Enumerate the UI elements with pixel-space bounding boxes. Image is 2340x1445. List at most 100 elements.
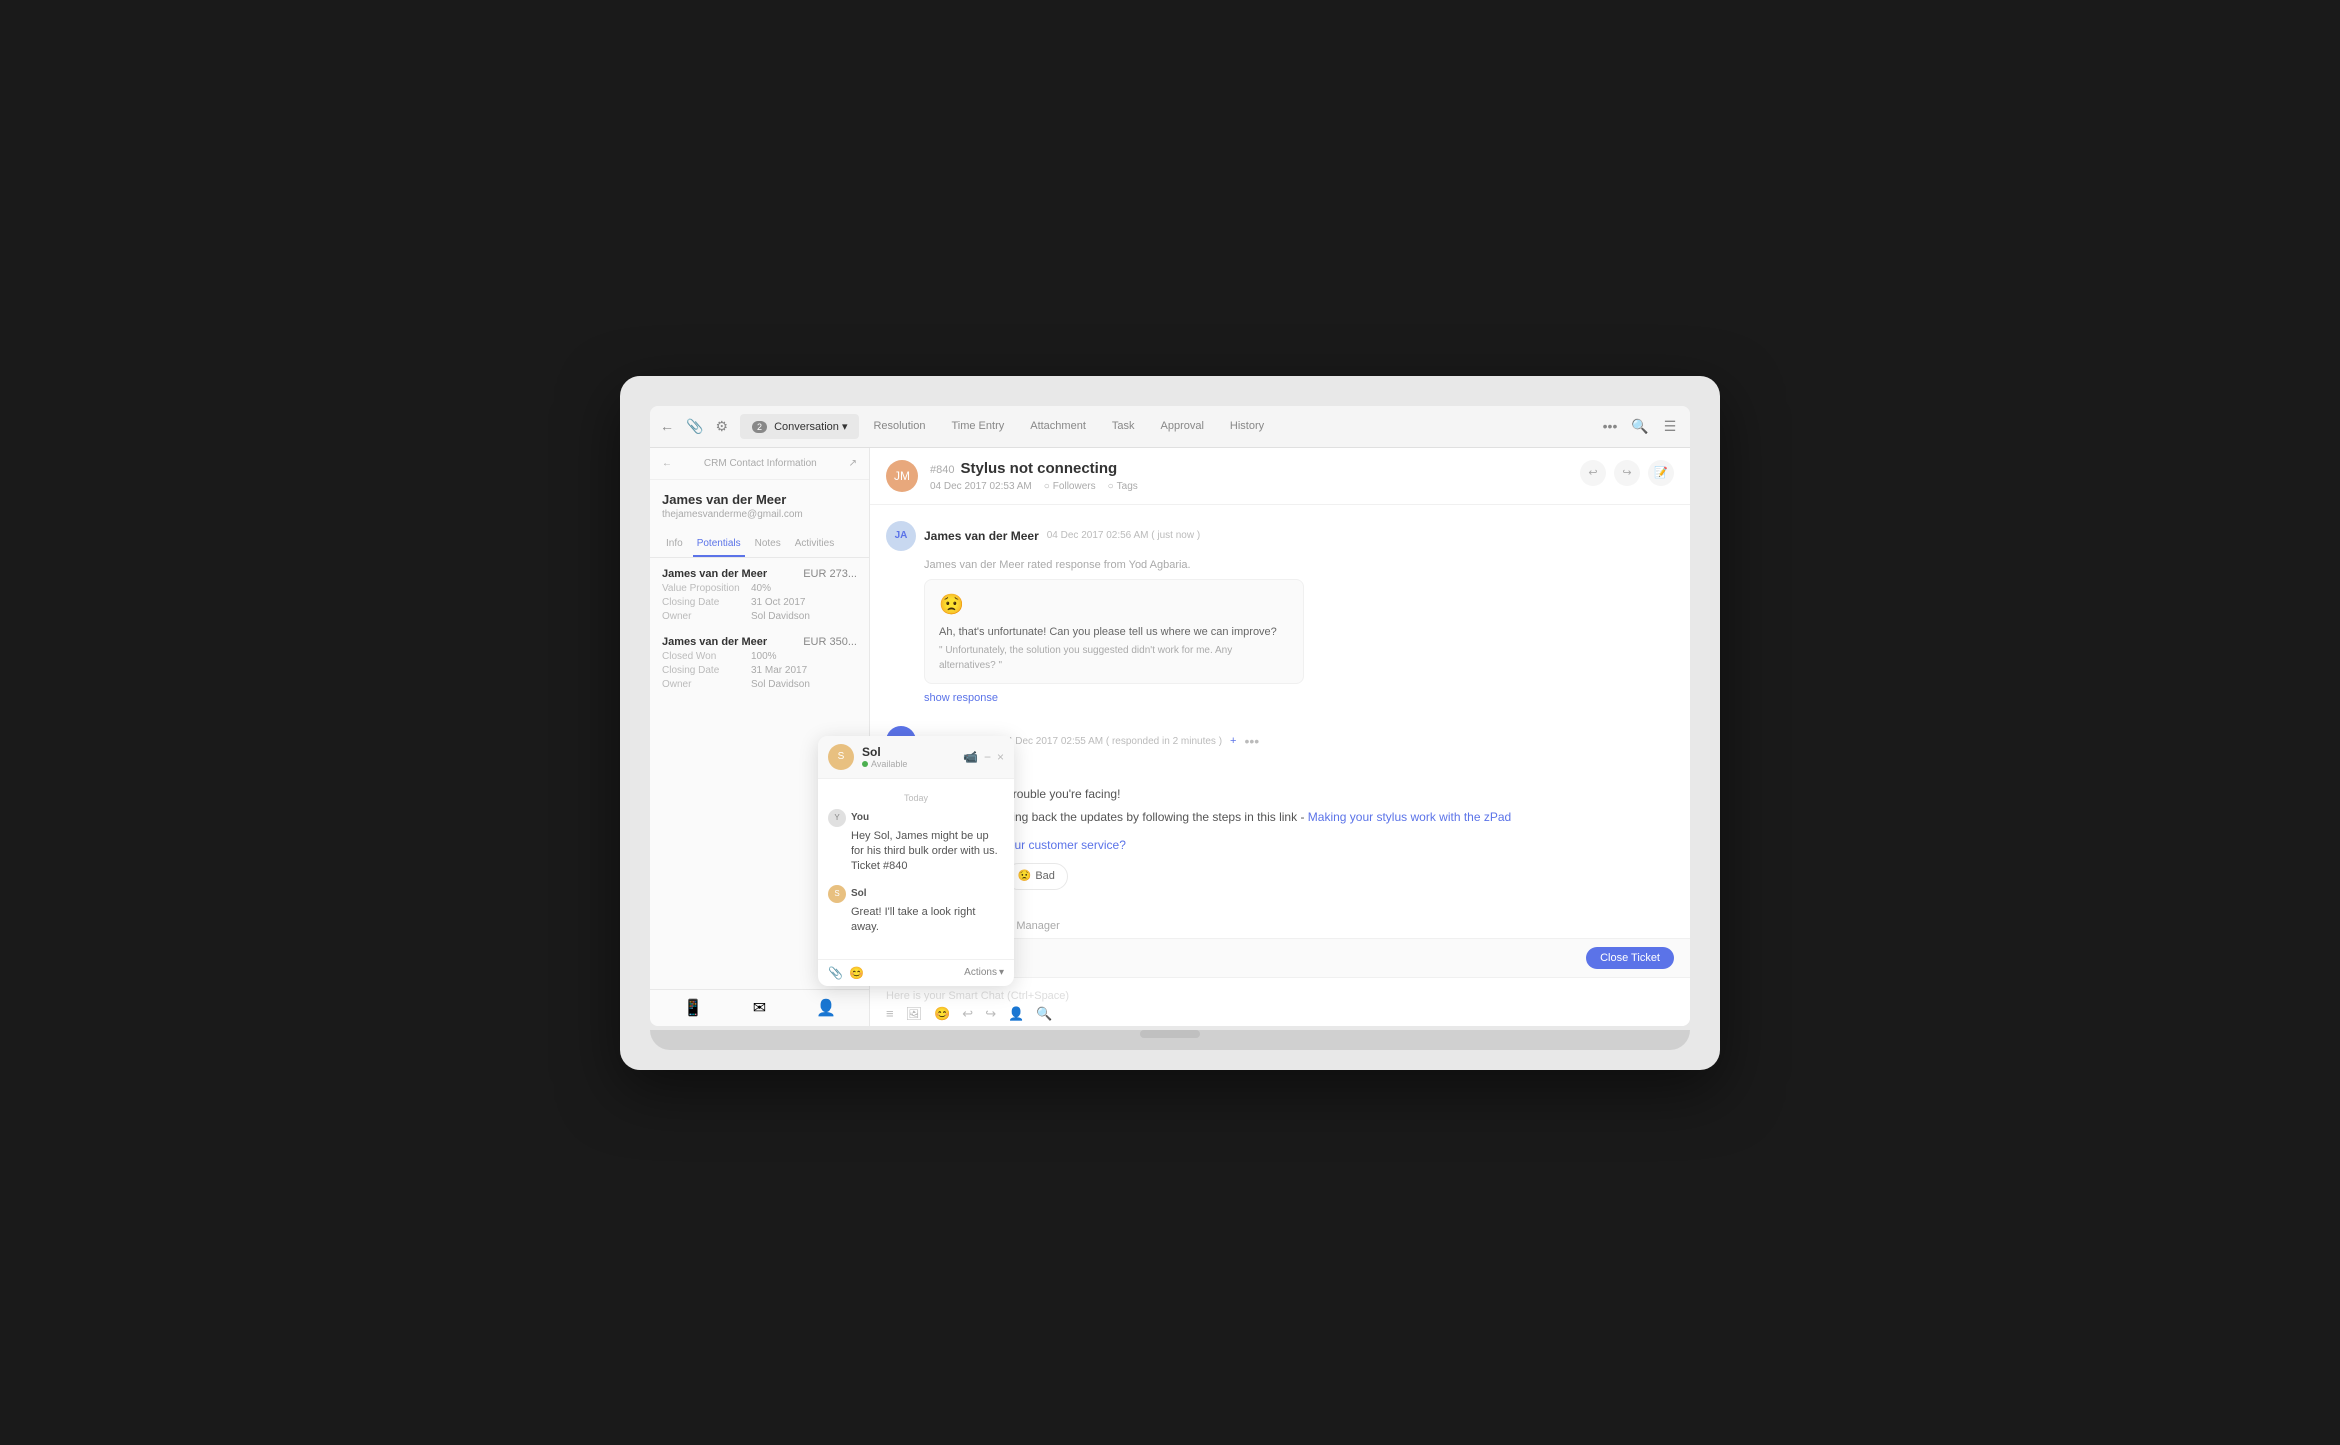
chat-actions-label: Actions bbox=[964, 967, 997, 978]
tab-history[interactable]: History bbox=[1218, 414, 1276, 438]
message-body-2: Hi James, Sorry about the trouble you're… bbox=[924, 762, 1674, 938]
rating-bubble: 😟 Ah, that's unfortunate! Can you please… bbox=[924, 579, 1304, 684]
sidebar-header: ← CRM Contact Information ↗ bbox=[650, 448, 869, 480]
chat-msg-header-1: Y You bbox=[828, 809, 1004, 827]
message-avatar-1: JA bbox=[886, 521, 916, 551]
chat-close-icon[interactable]: × bbox=[997, 750, 1004, 764]
show-response-link[interactable]: show response bbox=[924, 690, 1674, 707]
potential-name-2: James van der Meer bbox=[662, 636, 767, 648]
back-icon[interactable]: ← bbox=[660, 416, 674, 436]
rating-icon: 😟 bbox=[939, 590, 1289, 620]
search-icon[interactable]: 🔍 bbox=[1630, 416, 1650, 436]
chat-minimize-icon[interactable]: − bbox=[984, 750, 991, 764]
message-body-1: James van der Meer rated response from Y… bbox=[924, 557, 1674, 707]
tab-attachment[interactable]: Attachment bbox=[1018, 414, 1098, 438]
contact-tab-info[interactable]: Info bbox=[662, 534, 687, 557]
search-icon-reply[interactable]: 🔍 bbox=[1036, 1006, 1052, 1022]
message-more-icon[interactable]: ••• bbox=[1244, 733, 1259, 749]
signature-name: Yod Agbaria bbox=[924, 900, 1674, 918]
chat-footer-left: 📎 😊 bbox=[828, 966, 864, 980]
contact-email: thejamesvanderme@gmail.com bbox=[662, 509, 857, 520]
chat-msg-sender-sol: Sol bbox=[851, 888, 867, 899]
sidebar-bottom: 📱 ✉ 👤 bbox=[650, 989, 869, 1026]
rate-buttons: 😊 Good 😟 Bad bbox=[924, 863, 1674, 891]
reply-placeholder[interactable]: Here is your Smart Chat (Ctrl+Space) bbox=[886, 986, 1674, 1006]
forward-icon[interactable]: ↪ bbox=[1614, 460, 1640, 486]
chat-popup: S Sol Available 📹 − × bbox=[818, 736, 1014, 986]
main-layout: ← CRM Contact Information ↗ James van de… bbox=[650, 448, 1690, 1026]
contact-tab-notes[interactable]: Notes bbox=[751, 534, 785, 557]
person-icon[interactable]: 👤 bbox=[1008, 1006, 1024, 1022]
rate-question: Would you rate our customer service? bbox=[924, 836, 1674, 855]
undo-icon[interactable]: ↩ bbox=[962, 1006, 973, 1022]
message-rated-text: James van der Meer rated response from Y… bbox=[924, 557, 1674, 574]
chat-message-1: Y You Hey Sol, James might be up for his… bbox=[828, 809, 1004, 875]
potential-amount-1: EUR 273... bbox=[803, 568, 857, 580]
sidebar-user-icon[interactable]: 👤 bbox=[816, 998, 836, 1018]
add-participant-icon[interactable]: + bbox=[1230, 735, 1236, 747]
emoji-icon[interactable]: 😊 bbox=[934, 1006, 950, 1022]
chat-attachment-icon[interactable]: 📎 bbox=[828, 966, 843, 980]
format-icon[interactable]: ≡ bbox=[886, 1006, 894, 1021]
chat-msg-sender-you: You bbox=[851, 812, 869, 823]
chat-popup-header: S Sol Available 📹 − × bbox=[818, 736, 1014, 779]
tab-time-entry[interactable]: Time Entry bbox=[939, 414, 1016, 438]
sidebar-external-icon[interactable]: ↗ bbox=[849, 458, 857, 469]
image-icon[interactable]: 🖼 bbox=[906, 1006, 923, 1022]
message-time-2: 04 Dec 2017 02:55 AM ( responded in 2 mi… bbox=[1001, 736, 1222, 747]
potential-item-2: James van der Meer EUR 350... Closed Won… bbox=[662, 636, 857, 690]
potential-amount-2: EUR 350... bbox=[803, 636, 857, 648]
status-dot bbox=[862, 761, 868, 767]
ticket-date: 04 Dec 2017 02:53 AM bbox=[930, 481, 1032, 492]
chat-msg-text-sol: Great! I'll take a look right away. bbox=[851, 905, 1004, 936]
close-ticket-button[interactable]: Close Ticket bbox=[1586, 947, 1674, 969]
laptop-base bbox=[650, 1030, 1690, 1050]
reply-tools: ≡ 🖼 😊 ↩ ↪ 👤 🔍 bbox=[886, 1006, 1674, 1022]
ticket-tags: ○ Tags bbox=[1108, 481, 1138, 492]
potential-detail-cd1: Closing Date 31 Oct 2017 bbox=[662, 597, 857, 608]
tab-task[interactable]: Task bbox=[1100, 414, 1147, 438]
rating-main-text: Ah, that's unfortunate! Can you please t… bbox=[939, 624, 1289, 641]
potential-detail-owner1: Owner Sol Davidson bbox=[662, 611, 857, 622]
toolbar-tabs: 2 Conversation ▾ Resolution Time Entry A… bbox=[740, 414, 1600, 439]
redo-icon[interactable]: ↪ bbox=[985, 1006, 996, 1022]
chat-mini-avatar-sol: S bbox=[828, 885, 846, 903]
attachment-icon[interactable]: 📎 bbox=[686, 416, 703, 436]
rating-sub-text: " Unfortunately, the solution you sugges… bbox=[939, 643, 1289, 673]
chat-popup-avatar: S bbox=[828, 744, 854, 770]
toolbar: ← 📎 ⚙ 🕐 2 Conversation ▾ Resolution Time… bbox=[650, 406, 1690, 448]
ticket-avatar: JM bbox=[886, 460, 918, 492]
chat-popup-body: Today Y You Hey Sol, James might be up f… bbox=[818, 779, 1014, 959]
reply-tool-icons: ≡ 🖼 😊 ↩ ↪ 👤 🔍 bbox=[886, 1006, 1052, 1022]
chat-actions-button[interactable]: Actions ▾ bbox=[964, 967, 1004, 978]
note-icon[interactable]: 📝 bbox=[1648, 460, 1674, 486]
ticket-meta: 04 Dec 2017 02:53 AM ○ Followers ○ Tags bbox=[930, 481, 1568, 492]
tab-conversation[interactable]: 2 Conversation ▾ bbox=[740, 414, 859, 439]
contact-tab-potentials[interactable]: Potentials bbox=[693, 534, 745, 557]
potential-name-1: James van der Meer bbox=[662, 568, 767, 580]
tab-resolution[interactable]: Resolution bbox=[861, 414, 937, 438]
potential-detail-owner2: Owner Sol Davidson bbox=[662, 679, 857, 690]
rate-bad-btn[interactable]: 😟 Bad bbox=[1005, 863, 1068, 891]
toolbar-left: ← 📎 ⚙ 🕐 bbox=[660, 416, 740, 436]
chat-video-icon[interactable]: 📹 bbox=[963, 750, 978, 764]
contact-tabs: Info Potentials Notes Activities bbox=[650, 526, 869, 558]
message-header-1: JA James van der Meer 04 Dec 2017 02:56 … bbox=[886, 521, 1674, 551]
menu-icon[interactable]: ☰ bbox=[1660, 416, 1680, 436]
chat-popup-footer: 📎 😊 Actions ▾ bbox=[818, 959, 1014, 986]
contact-tab-activities[interactable]: Activities bbox=[791, 534, 838, 557]
sidebar-back-icon[interactable]: ← bbox=[662, 458, 672, 469]
more-icon[interactable]: ••• bbox=[1600, 416, 1620, 436]
suggestion-link[interactable]: Making your stylus work with the zPad bbox=[1308, 810, 1511, 824]
reply-icon[interactable]: ↩ bbox=[1580, 460, 1606, 486]
sidebar-email-icon[interactable]: ✉ bbox=[753, 998, 766, 1018]
potential-item: James van der Meer EUR 273... Value Prop… bbox=[662, 568, 857, 622]
sidebar-phone-icon[interactable]: 📱 bbox=[683, 998, 703, 1018]
potential-detail-cw: Closed Won 100% bbox=[662, 651, 857, 662]
ticket-followers: ○ Followers bbox=[1044, 481, 1096, 492]
ticket-id: #840 bbox=[930, 464, 954, 476]
contact-info: James van der Meer thejamesvanderme@gmai… bbox=[650, 480, 869, 526]
tab-approval[interactable]: Approval bbox=[1149, 414, 1216, 438]
chat-emoji-icon[interactable]: 😊 bbox=[849, 966, 864, 980]
settings-icon[interactable]: ⚙ bbox=[715, 416, 728, 436]
